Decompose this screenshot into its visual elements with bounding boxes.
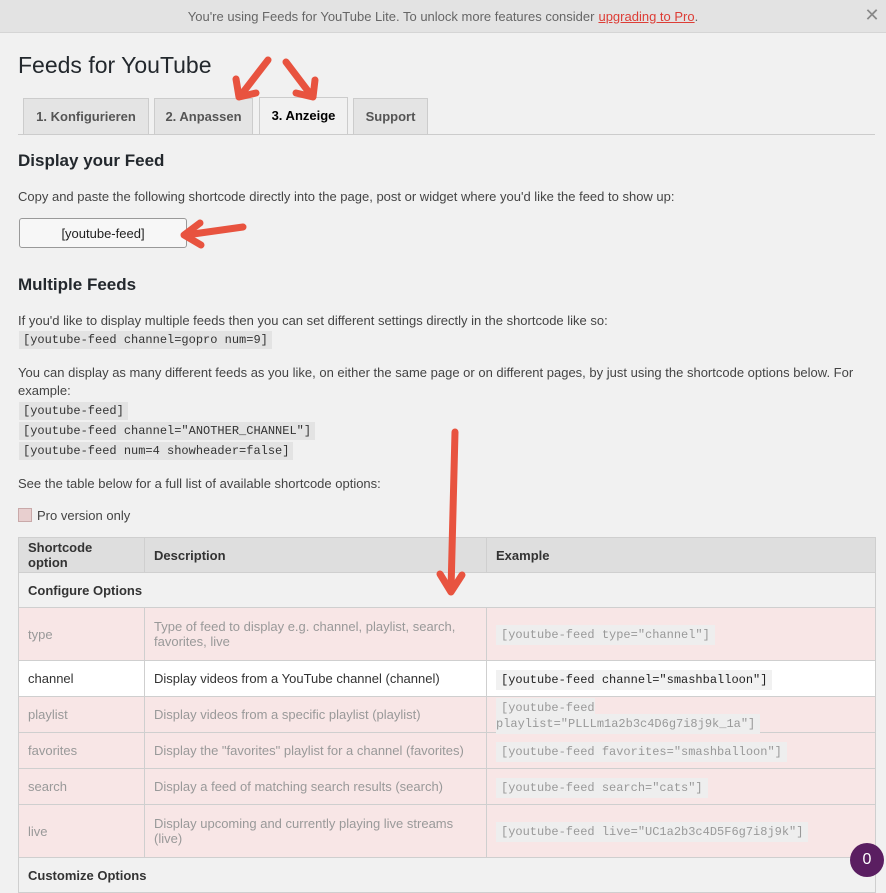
display-intro: Copy and paste the following shortcode d… [18,189,675,204]
table-row: playlist Display videos from a specific … [18,696,876,734]
multiple-para2: You can display as many different feeds … [18,365,854,398]
option-name: search [18,768,145,805]
example-shortcode-2: [youtube-feed] [19,402,128,420]
example-shortcode-3: [youtube-feed channel="ANOTHER_CHANNEL"] [19,422,316,440]
col-header-example: Example [486,537,876,573]
tab-bar: 1. Konfigurieren 2. Anpassen 3. Anzeige … [18,97,875,135]
table-row: search Display a feed of matching search… [18,768,876,805]
col-header-description: Description [144,537,487,573]
section-row-customize: Customize Options [18,857,876,893]
option-description: Display upcoming and currently playing l… [144,804,487,858]
option-example: [youtube-feed favorites="smashballoon"] [496,741,787,762]
section-label: Customize Options [18,857,876,893]
tab-anzeige[interactable]: 3. Anzeige [259,97,348,134]
notice-text: You're using Feeds for YouTube Lite. To … [187,8,595,24]
option-example: [youtube-feed playlist="PLLLm1a2b3c4D6g7… [496,697,761,734]
option-example: [youtube-feed type="channel"] [496,625,715,645]
col-header-option: Shortcode option [18,537,145,573]
table-row: channel Display videos from a YouTube ch… [18,660,876,697]
option-description: Display the "favorites" playlist for a c… [144,732,487,769]
table-row: live Display upcoming and currently play… [18,804,876,858]
table-row: type Type of feed to display e.g. channe… [18,607,876,661]
example-shortcode-4: [youtube-feed num=4 showheader=false] [19,442,294,460]
arrow-to-shortcode-icon [180,219,247,249]
option-name: channel [18,660,145,697]
multiple-intro: If you'd like to display multiple feeds … [18,313,608,328]
option-description: Type of feed to display e.g. channel, pl… [144,607,487,661]
upgrade-link[interactable]: upgrading to Pro [598,9,694,24]
shortcode-box[interactable]: [youtube-feed] [19,218,187,248]
tab-support[interactable]: Support [353,98,428,134]
option-example: [youtube-feed search="cats"] [496,777,708,798]
table-intro: See the table below for a full list of a… [18,476,381,491]
example-shortcode-1: [youtube-feed channel=gopro num=9] [19,331,272,349]
arrow-to-anpassen-icon [232,56,272,101]
page-title: Feeds for YouTube [18,52,212,78]
option-name: live [18,804,145,858]
option-description: Display videos from a YouTube channel (c… [144,660,487,697]
table-row: favorites Display the "favorites" playli… [18,732,876,769]
section-label: Configure Options [18,572,876,608]
option-example: [youtube-feed channel="smashballoon"] [496,669,773,690]
pro-legend-label: Pro version only [37,508,131,523]
tab-anpassen[interactable]: 2. Anpassen [154,98,253,134]
table-header-row: Shortcode option Description Example [18,537,876,573]
option-example: [youtube-feed live="UC1a2b3c4D5F6g7i8j9k… [496,822,809,842]
option-description: Display a feed of matching search result… [144,768,487,805]
section-row-configure: Configure Options [18,572,876,608]
option-name: favorites [18,732,145,769]
upgrade-notice: You're using Feeds for YouTube Lite. To … [0,0,886,33]
option-name: type [18,607,145,661]
multiple-heading: Multiple Feeds [18,275,137,294]
notification-badge[interactable]: 0 [850,843,884,877]
option-name: playlist [18,696,145,733]
display-heading: Display your Feed [18,151,165,170]
pro-legend-swatch [18,508,32,522]
notice-trail: . [694,8,699,24]
tab-konfigurieren[interactable]: 1. Konfigurieren [23,98,149,134]
shortcode-options-table: Shortcode option Description Example Con… [18,537,876,893]
arrow-to-anzeige-icon [282,58,319,101]
option-description: Display videos from a specific playlist … [144,696,487,733]
close-icon[interactable]: ✕ [864,6,880,24]
